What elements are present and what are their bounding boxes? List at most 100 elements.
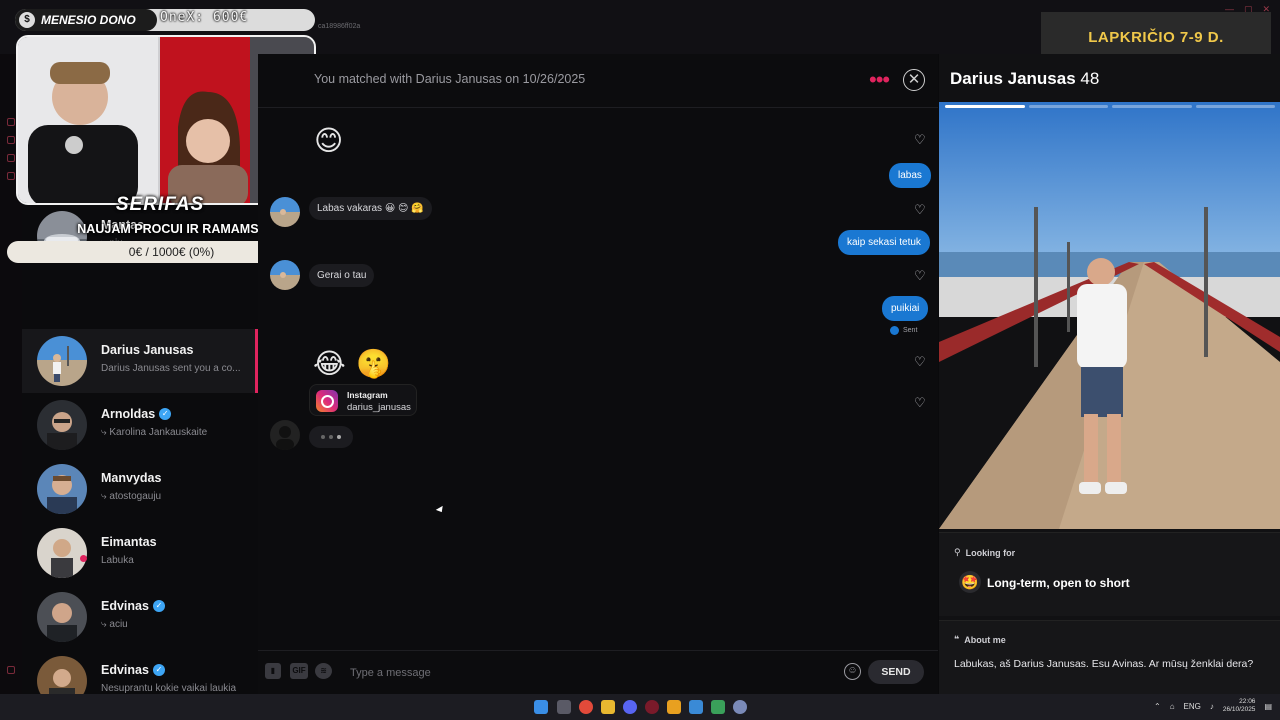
conversation-preview-text: Karolina Jankauskaite — [109, 427, 208, 438]
taskbar: ⌃ ⌂ ENG ♪ 22:06 26/10/2025 ▤ — [0, 694, 1280, 720]
clock-date: 26/10/2025 — [1222, 706, 1256, 713]
avatar — [37, 464, 87, 514]
profile-name: Darius Janusas 48 — [950, 69, 1099, 89]
like-heart-icon[interactable]: ♡ — [914, 203, 926, 216]
emoji-picker-icon[interactable]: ☺ — [844, 663, 861, 680]
conversation-name-text: Edvinas — [101, 663, 149, 677]
rail-home-icon[interactable] — [7, 118, 15, 126]
ad-text: LAPKRIČIO 7-9 D. — [1088, 29, 1224, 46]
network-icon[interactable]: ⌂ — [1170, 702, 1175, 711]
task-view-icon[interactable] — [557, 700, 571, 714]
conversation-preview: Labuka — [101, 555, 251, 566]
chrome-icon[interactable] — [579, 700, 593, 714]
close-chat-button[interactable]: ✕ — [903, 69, 925, 91]
avatar — [37, 528, 87, 578]
sender-avatar — [270, 260, 300, 290]
settings-gear-icon[interactable] — [733, 700, 747, 714]
mouse-cursor — [435, 505, 446, 515]
message-input[interactable] — [350, 663, 820, 683]
conversation-item[interactable]: Arnoldas ✓ ⤷ Karolina Jankauskaite — [22, 393, 258, 457]
conversation-preview: ⤷ aciu — [101, 619, 128, 630]
more-options-icon[interactable]: ••• — [869, 68, 890, 92]
message-incoming: Labas vakaras 😀 😊 🤗 — [309, 197, 432, 220]
conversation-item[interactable]: Edvinas ✓ ⤷ aciu — [22, 585, 258, 649]
conversation-item[interactable]: Eimantas Labuka — [22, 521, 258, 585]
verified-badge-icon: ✓ — [152, 600, 165, 612]
star-struck-icon: 🤩 — [959, 571, 981, 593]
attach-photo-icon[interactable]: ▮ — [265, 663, 281, 679]
conversation-name-text: Eimantas — [101, 535, 157, 549]
message-composer: ▮ GIF ≋ ☺ SEND — [258, 650, 938, 694]
instagram-card[interactable]: Instagram darius_janusas — [309, 384, 417, 416]
verified-badge-icon: ✓ — [159, 408, 172, 420]
profile-photo[interactable] — [939, 102, 1280, 529]
typing-indicator — [309, 426, 353, 448]
conversation-preview-text: atostogauju — [109, 491, 162, 502]
rail-more-icon[interactable] — [7, 666, 15, 674]
app-icon[interactable] — [667, 700, 681, 714]
chevron-up-icon[interactable]: ⌃ — [1154, 702, 1161, 711]
file-explorer-icon[interactable] — [601, 700, 615, 714]
spotify-icon[interactable]: ≋ — [315, 663, 332, 679]
conversation-name: Edvinas ✓ — [101, 599, 165, 613]
looking-for-label: ⚲ Looking for — [954, 547, 1015, 558]
clock[interactable]: 22:06 26/10/2025 — [1223, 698, 1256, 714]
conversation-item-active[interactable]: Darius Janusas Darius Janusas sent you a… — [22, 329, 258, 393]
gif-button[interactable]: GIF — [290, 663, 308, 679]
search-icon: ⚲ — [954, 547, 961, 557]
notification-icon[interactable]: ▤ — [1264, 702, 1272, 711]
send-button[interactable]: SEND — [868, 660, 924, 684]
conversation-name: Edvinas ✓ — [101, 663, 165, 677]
conversation-name-text: Manvydas — [101, 471, 162, 485]
message-emoji: 🤫 — [356, 348, 391, 379]
conversation-name: Eimantas — [101, 535, 157, 549]
conversation-preview-text: Nesuprantu kokie vaikai laukia — [101, 683, 237, 694]
about-me-text: Labukas, aš Darius Janusas. Esu Avinas. … — [954, 658, 1254, 670]
looking-for-card: ⚲ Looking for 🤩 Long-term, open to short — [939, 532, 1280, 616]
dono-label: MENESIO DONO — [41, 13, 136, 27]
clock-time: 22:06 — [1239, 698, 1256, 705]
online-indicator — [80, 555, 87, 562]
quote-icon: ❝ — [954, 634, 960, 644]
language-indicator[interactable]: ENG — [1184, 702, 1201, 711]
overlay-dono-badge: $ MENESIO DONO — [15, 9, 157, 31]
conversation-item[interactable]: Manvydas ⤷ atostogauju — [22, 457, 258, 521]
volume-icon[interactable]: ♪ — [1210, 702, 1214, 711]
message-incoming: Gerai o tau — [309, 264, 375, 287]
sent-check-icon — [890, 326, 899, 335]
message-outgoing: kaip sekasi tetuk — [838, 230, 930, 255]
sent-status-text: Sent — [903, 327, 918, 334]
conversation-item[interactable]: Edvinas ✓ Nesuprantu kokie vaikai laukia — [22, 649, 258, 694]
like-heart-icon[interactable]: ♡ — [914, 133, 926, 146]
avatar — [37, 400, 87, 450]
instagram-icon — [316, 390, 338, 412]
like-heart-icon[interactable]: ♡ — [914, 269, 926, 282]
like-heart-icon[interactable]: ♡ — [914, 396, 926, 409]
avatar — [37, 592, 87, 642]
sent-status: Sent — [890, 326, 917, 335]
about-me-card: ❝ About me Labukas, aš Darius Janusas. Es… — [939, 620, 1280, 694]
rail-chat-icon[interactable] — [7, 136, 15, 144]
verified-badge-icon: ✓ — [152, 664, 165, 676]
rail-x-icon[interactable] — [7, 154, 15, 162]
conversation-preview: Nesuprantu kokie vaikai laukia — [101, 683, 251, 694]
opera-icon[interactable] — [645, 700, 659, 714]
conversation-name-text: Darius Janusas — [101, 343, 194, 357]
conversation-name-text: Arnoldas — [101, 407, 156, 421]
system-tray: ⌃ ⌂ ENG ♪ 22:06 26/10/2025 ▤ — [1154, 698, 1272, 714]
windows-start-icon[interactable] — [534, 700, 548, 714]
conversation-name: Arnoldas ✓ — [101, 407, 172, 421]
conversation-preview: ⤷ Karolina Jankauskaite — [101, 427, 208, 438]
message-emoji: 😂 — [313, 348, 346, 379]
photo-progress — [945, 105, 1275, 108]
like-heart-icon[interactable]: ♡ — [914, 355, 926, 368]
rail-settings-icon[interactable] — [7, 172, 15, 180]
overlay-onex: OneX: 600€ — [160, 10, 249, 25]
conversation-name: Darius Janusas — [101, 343, 193, 357]
conversation-name: Manvydas — [101, 471, 161, 485]
app-icon[interactable] — [689, 700, 703, 714]
profile-name-text: Darius Janusas — [950, 69, 1076, 88]
profile-age: 48 — [1080, 69, 1100, 88]
discord-icon[interactable] — [623, 700, 637, 714]
app-icon[interactable] — [711, 700, 725, 714]
